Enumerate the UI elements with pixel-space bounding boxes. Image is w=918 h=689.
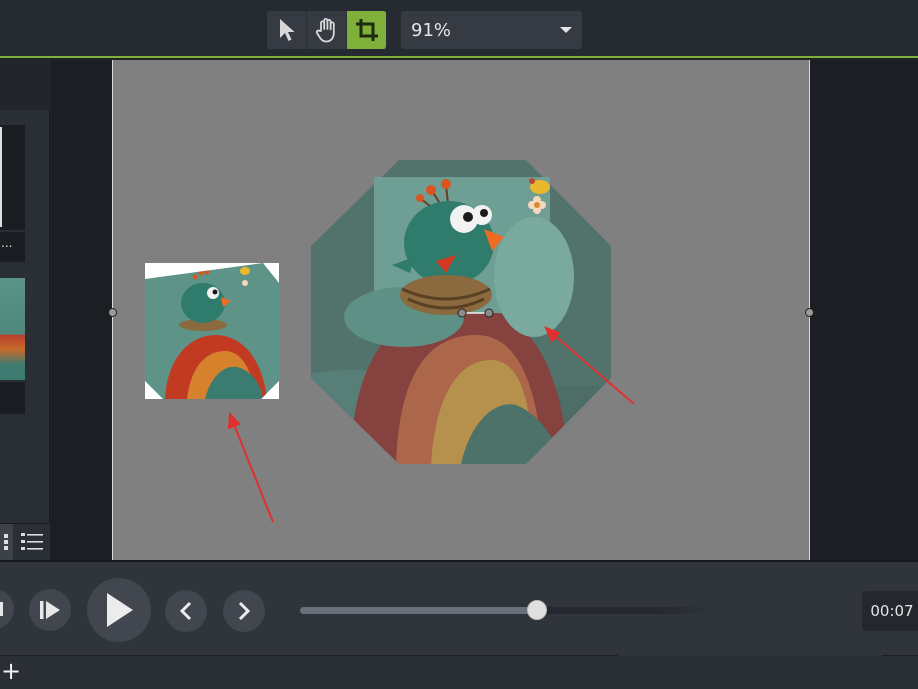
tool-group	[267, 11, 387, 49]
zoom-dropdown[interactable]: 91%	[401, 11, 582, 49]
stop-icon	[0, 602, 3, 616]
hand-icon	[315, 18, 335, 43]
previous-frame-button[interactable]	[0, 589, 14, 629]
clip-label: ...	[0, 232, 25, 262]
current-time-display: 00:07	[862, 591, 918, 631]
step-back-button[interactable]	[29, 589, 71, 631]
zoom-value: 91%	[411, 19, 452, 41]
step-icon	[40, 601, 60, 619]
select-tool-button[interactable]	[267, 11, 307, 49]
list-view-button[interactable]	[14, 524, 50, 560]
crop-tool-button[interactable]	[347, 11, 387, 49]
play-button[interactable]	[87, 578, 151, 642]
chevron-right-icon	[238, 601, 251, 621]
previous-marker-button[interactable]	[165, 590, 207, 632]
canvas-stage[interactable]	[108, 60, 814, 560]
stage-resize-handle-left[interactable]	[108, 308, 117, 317]
canvas-artwork	[145, 160, 635, 523]
scrub-bar[interactable]	[300, 607, 720, 614]
pan-tool-button[interactable]	[307, 11, 347, 49]
result-preview-image	[145, 263, 279, 399]
panel-header	[0, 60, 50, 110]
scrub-handle[interactable]	[527, 600, 547, 620]
chevron-down-icon	[560, 27, 572, 33]
play-icon	[107, 593, 133, 627]
view-mode-buttons	[0, 523, 50, 560]
chevron-left-icon	[179, 601, 192, 621]
editor-window: 91% ... 00:07 +	[0, 0, 918, 689]
clip-thumbnail[interactable]	[0, 278, 25, 380]
arrow-pointer-icon	[279, 19, 294, 41]
timeline-header: +	[0, 656, 918, 689]
clip-label-empty	[0, 382, 25, 414]
current-time: 00:07	[870, 602, 914, 620]
crop-icon	[355, 19, 378, 41]
grid-icon	[3, 534, 8, 550]
next-marker-button[interactable]	[223, 590, 265, 632]
stage-resize-handle-right[interactable]	[805, 308, 814, 317]
playback-bar: 00:07	[0, 560, 918, 657]
canvas-area	[51, 60, 918, 560]
thumbnail-view-button[interactable]	[0, 524, 13, 560]
list-icon	[21, 533, 43, 550]
media-bin-panel: ...	[0, 60, 50, 560]
clip-thumbnail[interactable]	[0, 125, 25, 230]
canvas-toolbar: 91%	[0, 0, 918, 58]
crop-region-image	[344, 177, 574, 347]
add-track-button[interactable]: +	[0, 659, 21, 683]
